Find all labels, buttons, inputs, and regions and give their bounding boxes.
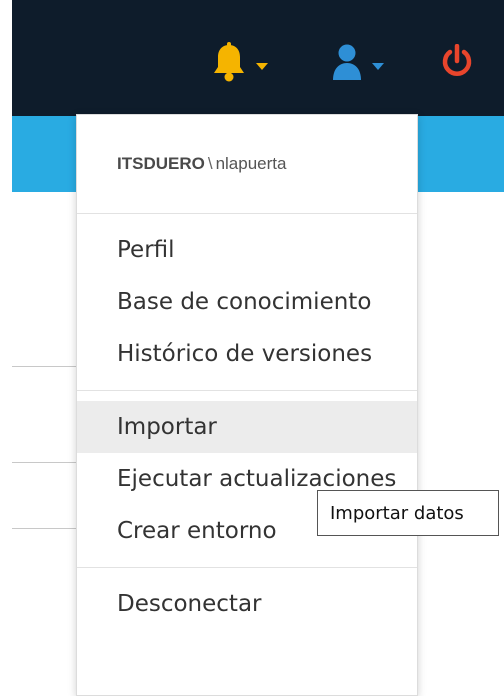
- user-dropdown-menu: ITSDUERO \ nlapuerta Perfil Base de cono…: [76, 114, 418, 696]
- background-divider: [12, 528, 76, 529]
- chevron-down-icon: [372, 62, 384, 70]
- menu-group-admin: Importar Ejecutar actualizaciones Crear …: [77, 391, 417, 567]
- username: nlapuerta: [215, 154, 287, 173]
- menu-item-import[interactable]: Importar: [77, 401, 417, 453]
- background-divider: [12, 366, 76, 367]
- chevron-down-icon: [256, 62, 268, 70]
- menu-item-logout[interactable]: Desconectar: [77, 578, 417, 630]
- user-identity: ITSDUERO \ nlapuerta: [77, 115, 417, 213]
- top-navbar: [0, 0, 504, 116]
- power-button[interactable]: [440, 42, 474, 86]
- tenant-name: ITSDUERO: [117, 154, 205, 173]
- power-icon: [440, 43, 474, 84]
- background-divider: [12, 462, 76, 463]
- menu-group-account: Perfil Base de conocimiento Histórico de…: [77, 214, 417, 390]
- menu-item-perfil[interactable]: Perfil: [77, 224, 417, 276]
- import-tooltip: Importar datos: [317, 490, 499, 536]
- notifications-button[interactable]: [212, 42, 268, 86]
- menu-item-version-history[interactable]: Histórico de versiones: [77, 328, 417, 380]
- user-icon: [332, 42, 362, 86]
- menu-item-knowledge-base[interactable]: Base de conocimiento: [77, 276, 417, 328]
- bell-icon: [212, 42, 246, 86]
- user-menu-button[interactable]: [332, 42, 384, 86]
- menu-group-session: Desconectar: [77, 568, 417, 640]
- page-edge: [0, 0, 12, 677]
- identity-separator: \: [207, 154, 213, 173]
